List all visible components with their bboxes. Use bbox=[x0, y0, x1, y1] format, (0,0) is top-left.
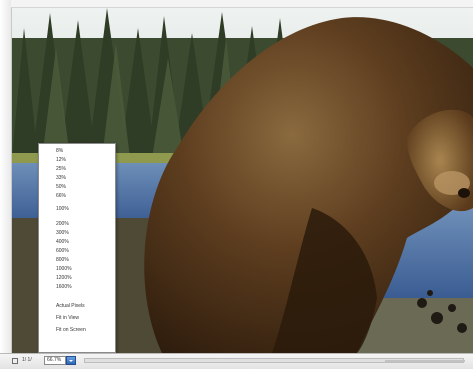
zoom-dropdown-button[interactable] bbox=[66, 356, 76, 365]
image-editor-window: 8% 12% 25% 33% 50% 66% 100% 200% 300% 40… bbox=[0, 0, 473, 369]
scrollbar-thumb[interactable] bbox=[385, 360, 465, 362]
zoom-option-600[interactable]: 600% bbox=[39, 247, 115, 255]
page-indicator: 1/ 1/ bbox=[22, 357, 32, 363]
zoom-option-300[interactable]: 300% bbox=[39, 229, 115, 237]
zoom-level-field[interactable]: 66.7% bbox=[44, 356, 66, 365]
zoom-option-1200[interactable]: 1200% bbox=[39, 274, 115, 282]
zoom-option-1600[interactable]: 1600% bbox=[39, 283, 115, 291]
zoom-option-100[interactable]: 100% bbox=[39, 205, 115, 213]
zoom-option-8[interactable]: 8% bbox=[39, 147, 115, 155]
zoom-option-actual-pixels[interactable]: Actual Pixels bbox=[39, 302, 115, 310]
zoom-option-1000[interactable]: 1000% bbox=[39, 265, 115, 273]
zoom-dropdown-menu: 8% 12% 25% 33% 50% 66% 100% 200% 300% 40… bbox=[38, 143, 116, 353]
top-panel-edge bbox=[11, 0, 473, 8]
zoom-option-200[interactable]: 200% bbox=[39, 220, 115, 228]
zoom-option-800[interactable]: 800% bbox=[39, 256, 115, 264]
zoom-option-fit-in-view[interactable]: Fit in View bbox=[39, 314, 115, 322]
zoom-option-fit-on-screen[interactable]: Fit on Screen bbox=[39, 326, 115, 334]
zoom-option-50[interactable]: 50% bbox=[39, 183, 115, 191]
status-bar: 1/ 1/ 66.7% ▸ bbox=[0, 353, 473, 369]
horizontal-scrollbar[interactable] bbox=[84, 358, 465, 363]
zoom-option-12[interactable]: 12% bbox=[39, 156, 115, 164]
zoom-option-33[interactable]: 33% bbox=[39, 174, 115, 182]
zoom-option-25[interactable]: 25% bbox=[39, 165, 115, 173]
zoom-option-400[interactable]: 400% bbox=[39, 238, 115, 246]
document-icon bbox=[12, 358, 18, 364]
left-panel-edge bbox=[0, 0, 12, 369]
zoom-option-66[interactable]: 66% bbox=[39, 192, 115, 200]
